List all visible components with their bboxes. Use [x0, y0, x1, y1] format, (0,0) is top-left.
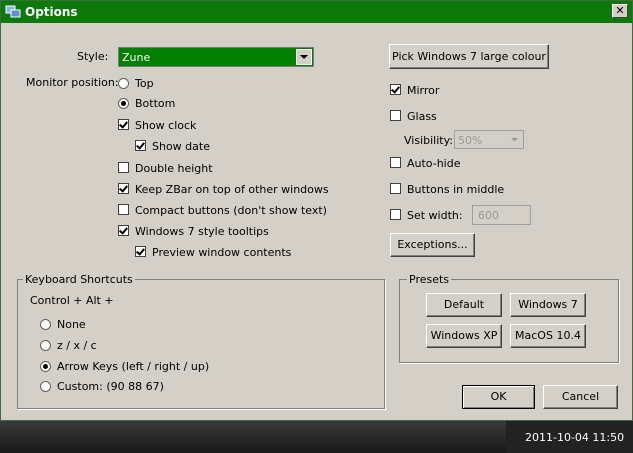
- mirror-checkbox[interactable]: [390, 84, 401, 95]
- presets-title: Presets: [407, 273, 452, 286]
- shortcut-none-label: None: [57, 318, 86, 331]
- buttons-middle-checkbox[interactable]: [390, 183, 401, 194]
- set-width-label: Set width:: [407, 209, 463, 222]
- glass-label: Glass: [407, 110, 437, 123]
- keep-on-top-checkbox[interactable]: [118, 183, 129, 194]
- compact-buttons-checkbox[interactable]: [118, 204, 129, 215]
- set-width-checkbox[interactable]: [390, 209, 401, 220]
- close-button[interactable]: ✕: [612, 4, 628, 18]
- preview-window-checkbox[interactable]: [135, 246, 146, 257]
- monitor-position-label: Monitor position:: [26, 76, 119, 89]
- mirror-label: Mirror: [407, 84, 440, 97]
- double-height-label: Double height: [135, 162, 213, 175]
- radio-bottom[interactable]: [118, 98, 129, 109]
- ok-button[interactable]: OK: [462, 385, 535, 409]
- keep-on-top-label: Keep ZBar on top of other windows: [135, 183, 329, 196]
- style-select[interactable]: Zune: [118, 47, 314, 67]
- auto-hide-label: Auto-hide: [407, 157, 461, 170]
- buttons-middle-label: Buttons in middle: [407, 183, 505, 196]
- pick-colour-button[interactable]: Pick Windows 7 large colour: [389, 44, 549, 69]
- style-label: Style:: [77, 50, 109, 63]
- options-window: Options ✕ Style: Zune Monitor position: …: [0, 0, 633, 421]
- set-width-value: 600: [478, 209, 499, 222]
- close-icon: ✕: [615, 4, 625, 17]
- modifier-label: Control + Alt +: [30, 294, 114, 307]
- visibility-select-value: 50%: [458, 134, 483, 147]
- preset-windows7-button[interactable]: Windows 7: [510, 293, 586, 317]
- double-height-checkbox[interactable]: [118, 162, 129, 173]
- taskbar-clock[interactable]: 2011-10-04 11:50: [506, 421, 633, 453]
- shortcut-zxc-radio[interactable]: [40, 340, 51, 351]
- preset-default-button[interactable]: Default: [426, 293, 502, 317]
- auto-hide-checkbox[interactable]: [390, 157, 401, 168]
- shortcut-zxc-label: z / x / c: [57, 339, 97, 352]
- visibility-select[interactable]: 50%: [454, 130, 524, 149]
- exceptions-button[interactable]: Exceptions...: [390, 233, 475, 257]
- radio-top[interactable]: [118, 78, 129, 89]
- radio-bottom-label: Bottom: [135, 97, 176, 110]
- preset-macos-button[interactable]: MacOS 10.4: [510, 324, 586, 348]
- presets-group: [399, 279, 619, 363]
- title-bar[interactable]: Options ✕: [1, 1, 632, 23]
- preview-window-label: Preview window contents: [152, 246, 292, 259]
- visibility-label: Visibility:: [404, 134, 454, 147]
- shortcut-custom-label: Custom: (90 88 67): [57, 380, 164, 393]
- cancel-button[interactable]: Cancel: [543, 385, 618, 409]
- show-date-checkbox[interactable]: [135, 140, 146, 151]
- window-title: Options: [25, 5, 78, 19]
- keyboard-shortcuts-title: Keyboard Shortcuts: [23, 273, 135, 286]
- shortcut-arrow-label: Arrow Keys (left / right / up): [57, 360, 210, 373]
- monitors-icon: [5, 5, 21, 18]
- style-select-value: Zune: [122, 51, 151, 64]
- win7-tooltips-checkbox[interactable]: [118, 225, 129, 236]
- chevron-down-icon[interactable]: [296, 49, 312, 65]
- clock-text: 2011-10-04 11:50: [525, 431, 625, 444]
- show-date-label: Show date: [152, 140, 210, 153]
- shortcut-arrow-radio[interactable]: [40, 361, 51, 372]
- shortcut-none-radio[interactable]: [40, 319, 51, 330]
- glass-checkbox[interactable]: [390, 110, 401, 121]
- preset-windowsxp-button[interactable]: Windows XP: [426, 324, 502, 348]
- compact-buttons-label: Compact buttons (don't show text): [135, 204, 327, 217]
- show-clock-checkbox[interactable]: [118, 119, 129, 130]
- shortcut-custom-radio[interactable]: [40, 381, 51, 392]
- set-width-input[interactable]: 600: [472, 205, 531, 225]
- radio-top-label: Top: [135, 77, 154, 90]
- win7-tooltips-label: Windows 7 style tooltips: [135, 225, 269, 238]
- show-clock-label: Show clock: [135, 119, 197, 132]
- chevron-down-icon: [507, 132, 522, 147]
